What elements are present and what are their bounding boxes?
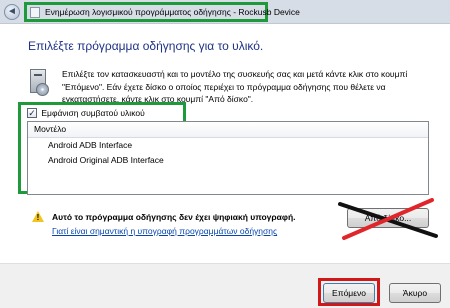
title-highlight-box: Ενημέρωση λογισμικού προγράμματος οδήγησ…: [24, 2, 300, 22]
warning-icon-mark: !: [36, 213, 40, 222]
compatible-hardware-checkbox[interactable]: ✓: [27, 107, 37, 118]
next-button[interactable]: Επόμενο: [323, 283, 375, 303]
list-item[interactable]: Android ADB Interface: [28, 138, 428, 153]
compatible-hardware-label[interactable]: Εμφάνιση συμβατού υλικού: [41, 108, 144, 118]
page-heading: Επιλέξτε πρόγραμμα οδήγησης για το υλικό…: [28, 39, 264, 53]
dialog-footer: [0, 263, 450, 308]
window-title: Ενημέρωση λογισμικού προγράμματος οδήγησ…: [45, 7, 300, 17]
model-list[interactable]: Μοντέλο Android ADB Interface Android Or…: [27, 121, 429, 195]
disk-icon: [36, 83, 49, 96]
instructions-text: Επιλέξτε τον κατασκευαστή και το μοντέλο…: [62, 69, 408, 104]
title-bar: ◄ Ενημέρωση λογισμικού προγράμματος οδήγ…: [0, 0, 450, 24]
compatible-hardware-checkbox-row[interactable]: ✓ Εμφάνιση συμβατού υλικού: [27, 107, 145, 119]
have-disk-button[interactable]: Από δίσκο...: [347, 208, 429, 228]
list-item[interactable]: Android Original ADB Interface: [28, 153, 428, 168]
cancel-button[interactable]: Άκυρο: [389, 283, 441, 303]
model-column-header[interactable]: Μοντέλο: [28, 122, 428, 138]
back-arrow-icon[interactable]: ◄: [4, 4, 20, 20]
device-icon: [30, 7, 40, 18]
signing-info-link[interactable]: Γιατί είναι σημαντική η υπογραφή προγραμ…: [52, 226, 277, 236]
unsigned-driver-warning: Αυτό το πρόγραμμα οδήγησης δεν έχει ψηφι…: [52, 212, 296, 222]
